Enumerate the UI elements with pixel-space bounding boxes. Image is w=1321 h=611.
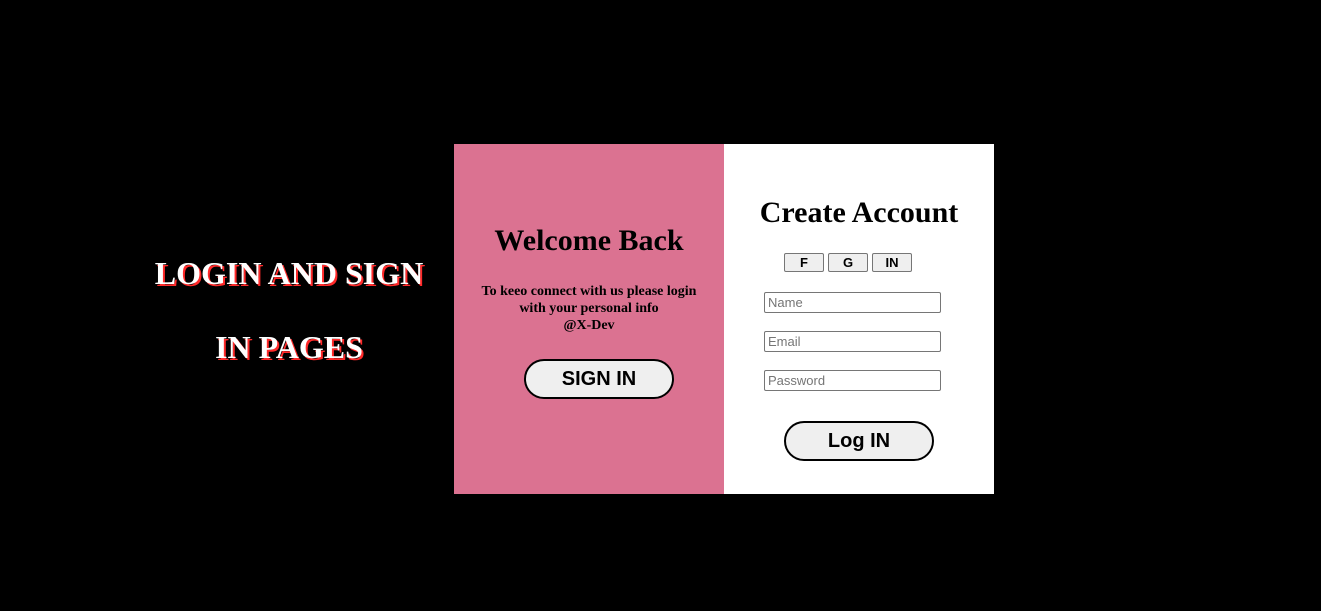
page-heading-line-2: IN PAGES: [215, 329, 363, 365]
welcome-message-line-1: To keeo connect with us please login: [481, 284, 697, 299]
welcome-title: Welcome Back: [494, 224, 684, 257]
page-heading-line-1: LOGIN AND SIGN: [154, 255, 424, 291]
log-in-button[interactable]: Log IN: [784, 421, 934, 461]
linkedin-button[interactable]: IN: [872, 253, 912, 272]
auth-card: Welcome Back To keeo connect with us ple…: [454, 144, 994, 494]
sign-in-button[interactable]: SIGN IN: [524, 359, 674, 399]
page-heading: LOGIN AND SIGN IN PAGES: [140, 236, 438, 384]
create-account-title: Create Account: [759, 196, 959, 229]
welcome-panel: Welcome Back To keeo connect with us ple…: [454, 144, 724, 494]
google-button[interactable]: G: [828, 253, 868, 272]
social-buttons: F G IN: [784, 253, 912, 272]
welcome-message-credit: @X-Dev: [563, 318, 615, 333]
email-input[interactable]: [764, 331, 941, 352]
welcome-message-line-2: with your personal info: [519, 301, 659, 316]
welcome-message: To keeo connect with us please login wit…: [469, 283, 709, 334]
facebook-button[interactable]: F: [784, 253, 824, 272]
password-input[interactable]: [764, 370, 941, 391]
name-input[interactable]: [764, 292, 941, 313]
create-account-panel: Create Account F G IN Log IN: [724, 144, 994, 494]
